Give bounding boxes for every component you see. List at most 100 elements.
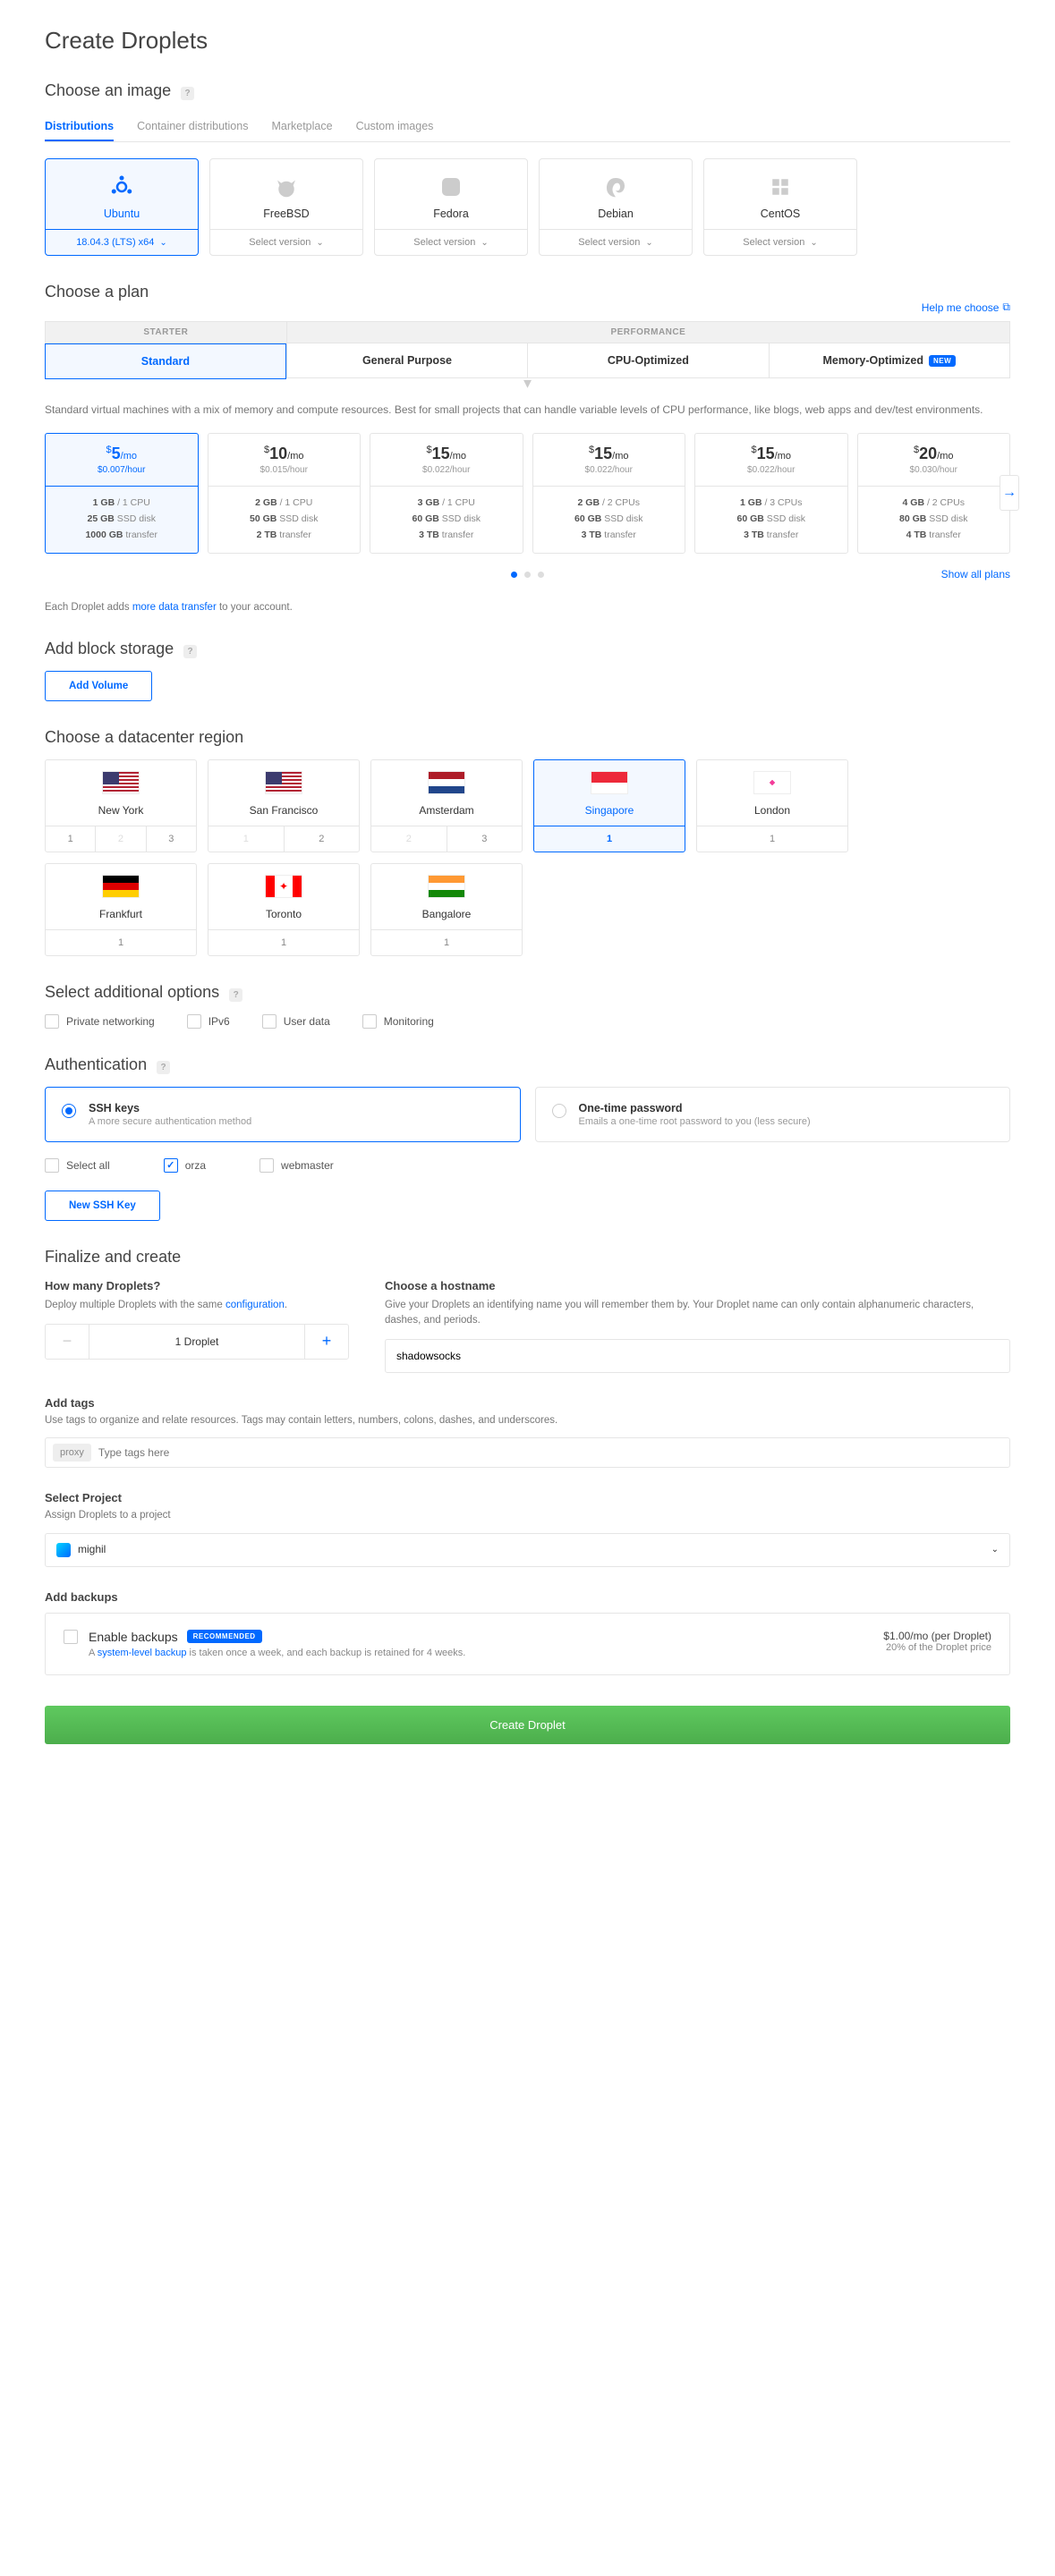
image-tab[interactable]: Custom images	[356, 113, 434, 141]
distro-icon	[767, 174, 794, 200]
finalize-heading: Finalize and create	[45, 1248, 1010, 1267]
datacenter-card[interactable]: ✦ Toronto 1	[208, 863, 360, 956]
page-title: Create Droplets	[45, 27, 1010, 55]
option-checkbox[interactable]: IPv6	[187, 1014, 230, 1029]
help-icon[interactable]: ?	[181, 87, 194, 100]
dc-number[interactable]: 1	[46, 930, 196, 955]
dc-name: New York	[51, 804, 191, 817]
option-checkbox[interactable]: Monitoring	[362, 1014, 434, 1029]
system-backup-link[interactable]: system-level backup	[98, 1648, 187, 1658]
tag-chip[interactable]: proxy	[53, 1444, 91, 1462]
price-card[interactable]: $15/mo$0.022/hour2 GB / 2 CPUs60 GB SSD …	[532, 433, 686, 554]
enable-backups-checkbox[interactable]	[64, 1630, 78, 1644]
how-many-desc: Deploy multiple Droplets with the same c…	[45, 1298, 349, 1313]
dc-number[interactable]: 1	[697, 826, 847, 852]
new-ssh-key-button[interactable]: New SSH Key	[45, 1191, 160, 1221]
distro-version-select[interactable]: Select version⌄	[375, 229, 527, 255]
decrement-button[interactable]: −	[46, 1325, 89, 1359]
dc-name: Frankfurt	[51, 908, 191, 920]
price-card[interactable]: $10/mo$0.015/hour2 GB / 1 CPU50 GB SSD d…	[208, 433, 362, 554]
dc-number[interactable]: 1	[534, 826, 685, 852]
droplet-count-stepper: − 1 Droplet +	[45, 1324, 349, 1360]
datacenter-card[interactable]: San Francisco12	[208, 759, 360, 852]
datacenter-card[interactable]: New York123	[45, 759, 197, 852]
help-icon[interactable]: ?	[229, 988, 242, 1002]
dc-number[interactable]: 3	[146, 826, 196, 852]
distro-name: Fedora	[382, 208, 520, 220]
price-card[interactable]: $15/mo$0.022/hour3 GB / 1 CPU60 GB SSD d…	[370, 433, 523, 554]
more-data-transfer-link[interactable]: more data transfer	[132, 602, 217, 613]
flag-icon: ✦	[265, 875, 302, 898]
distro-icon	[602, 174, 629, 200]
how-many-heading: How many Droplets?	[45, 1279, 349, 1292]
ssh-key-checkbox[interactable]: orza	[164, 1158, 206, 1173]
distro-name: CentOS	[711, 208, 849, 220]
distro-name: Ubuntu	[53, 208, 191, 220]
dc-number[interactable]: 2	[284, 826, 360, 852]
project-select[interactable]: mighil ⌄	[45, 1533, 1010, 1567]
plan-description: Standard virtual machines with a mix of …	[45, 402, 1010, 419]
increment-button[interactable]: +	[305, 1325, 348, 1359]
project-icon	[56, 1543, 71, 1557]
distro-card[interactable]: DebianSelect version⌄	[539, 158, 693, 256]
select-all-keys[interactable]: Select all	[45, 1158, 110, 1173]
dc-number[interactable]: 3	[447, 826, 523, 852]
datacenter-card[interactable]: London 1	[696, 759, 848, 852]
distro-version-select[interactable]: Select version⌄	[704, 229, 856, 255]
help-me-choose-link[interactable]: Help me choose ⧉	[922, 301, 1010, 314]
dc-name: London	[702, 804, 842, 817]
dc-number[interactable]: 1	[371, 930, 522, 955]
plan-option[interactable]: Memory-OptimizedNEW	[770, 343, 1010, 378]
backups-title: Enable backups	[89, 1630, 178, 1644]
caret-icon: ▾	[45, 378, 1010, 387]
chevron-down-icon: ⌄	[159, 238, 166, 248]
option-checkbox[interactable]: Private networking	[45, 1014, 155, 1029]
option-checkbox[interactable]: User data	[262, 1014, 330, 1029]
next-plans-arrow[interactable]: →	[1000, 475, 1019, 511]
plan-option[interactable]: General Purpose	[286, 343, 528, 378]
ssh-key-checkbox[interactable]: webmaster	[259, 1158, 334, 1173]
distro-icon	[108, 174, 135, 200]
distro-version-select[interactable]: 18.04.3 (LTS) x64⌄	[46, 229, 198, 255]
help-icon[interactable]: ?	[157, 1061, 170, 1074]
datacenter-card[interactable]: Singapore1	[533, 759, 685, 852]
image-tab[interactable]: Marketplace	[271, 113, 332, 141]
distro-name: FreeBSD	[217, 208, 355, 220]
image-tab[interactable]: Container distributions	[137, 113, 248, 141]
datacenter-card[interactable]: Frankfurt 1	[45, 863, 197, 956]
datacenter-card[interactable]: Amsterdam23	[370, 759, 523, 852]
tags-desc: Use tags to organize and relate resource…	[45, 1413, 1010, 1428]
tags-text-input[interactable]	[98, 1446, 1002, 1459]
add-volume-button[interactable]: Add Volume	[45, 671, 152, 701]
auth-option[interactable]: One-time passwordEmails a one-time root …	[535, 1087, 1011, 1142]
tags-input-wrapper[interactable]: proxy	[45, 1437, 1010, 1468]
distro-card[interactable]: Ubuntu 18.04.3 (LTS) x64⌄	[45, 158, 199, 256]
checkbox-icon	[262, 1014, 277, 1029]
distro-card[interactable]: CentOS Select version⌄	[703, 158, 857, 256]
price-card[interactable]: $20/mo$0.030/hour4 GB / 2 CPUs80 GB SSD …	[857, 433, 1011, 554]
plan-cat-performance: PERFORMANCE	[286, 321, 1010, 343]
project-desc: Assign Droplets to a project	[45, 1508, 1010, 1523]
image-tab[interactable]: Distributions	[45, 113, 114, 141]
price-card[interactable]: $5/mo$0.007/hour1 GB / 1 CPU25 GB SSD di…	[45, 433, 199, 554]
datacenter-card[interactable]: Bangalore1	[370, 863, 523, 956]
create-droplet-button[interactable]: Create Droplet	[45, 1706, 1010, 1744]
plan-option[interactable]: Standard	[45, 343, 286, 379]
plan-option[interactable]: CPU-Optimized	[528, 343, 769, 378]
dc-name: Toronto	[214, 908, 353, 920]
dc-number[interactable]: 1	[208, 930, 359, 955]
distro-card[interactable]: FreeBSD Select version⌄	[209, 158, 363, 256]
dc-number[interactable]: 1	[46, 826, 95, 852]
external-icon: ⧉	[1002, 301, 1010, 314]
distro-version-select[interactable]: Select version⌄	[210, 229, 362, 255]
price-card[interactable]: $15/mo$0.022/hour1 GB / 3 CPUs60 GB SSD …	[694, 433, 848, 554]
new-badge: NEW	[929, 355, 956, 367]
distro-card[interactable]: Fedora Select version⌄	[374, 158, 528, 256]
help-icon[interactable]: ?	[183, 645, 197, 658]
dc-name: Amsterdam	[377, 804, 516, 817]
distro-version-select[interactable]: Select version⌄	[540, 229, 692, 255]
hostname-input[interactable]	[385, 1339, 1010, 1373]
configuration-link[interactable]: configuration	[225, 1300, 285, 1310]
flag-icon	[428, 771, 465, 794]
auth-option[interactable]: SSH keysA more secure authentication met…	[45, 1087, 521, 1142]
